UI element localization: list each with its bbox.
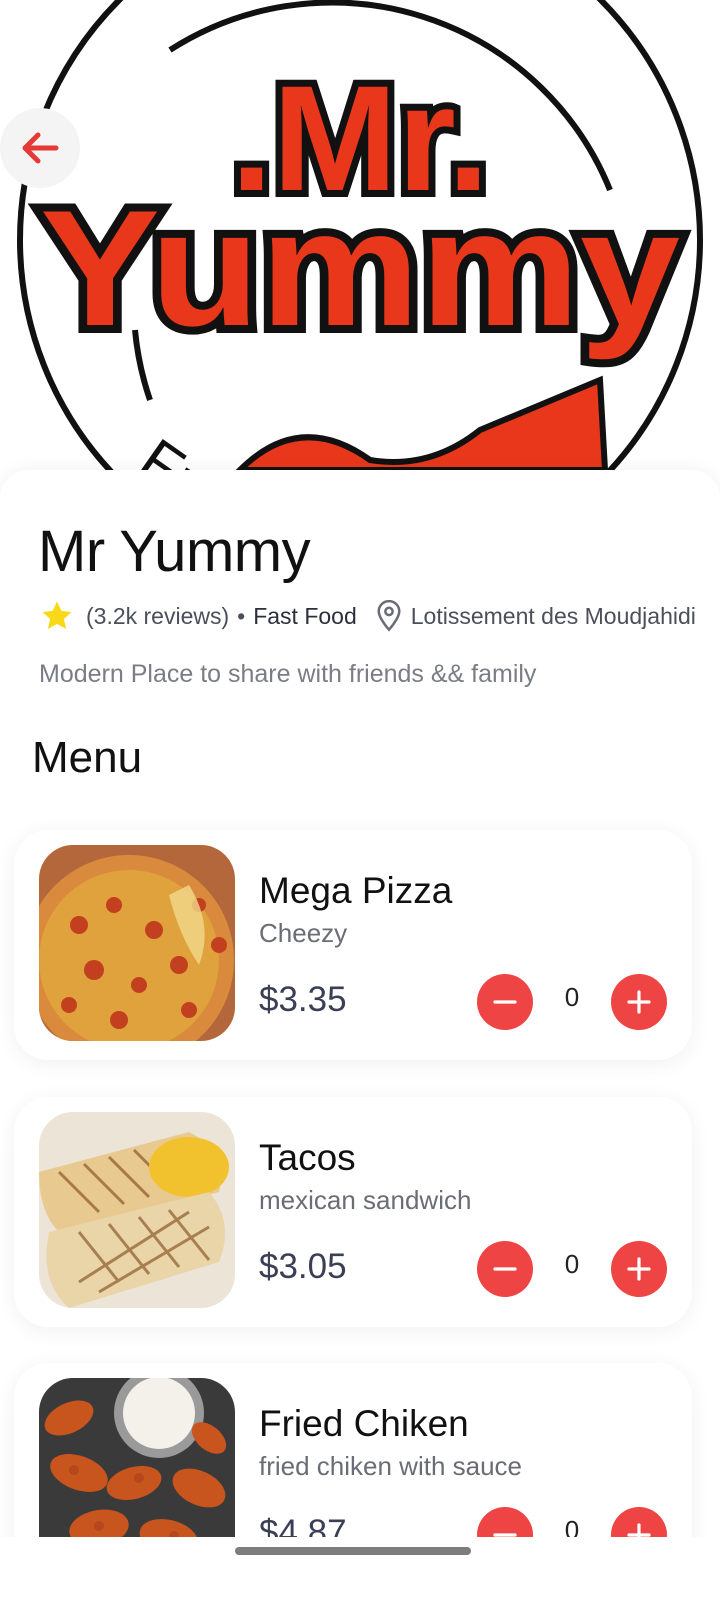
map-pin-icon xyxy=(377,600,401,632)
restaurant-category: Fast Food xyxy=(253,602,357,629)
status-bar xyxy=(0,0,720,48)
plus-icon xyxy=(627,990,651,1014)
menu-item-subtitle: fried chiken with sauce xyxy=(259,1451,523,1481)
back-button[interactable] xyxy=(0,108,80,188)
minus-icon xyxy=(493,1267,517,1271)
quantity-value: 0 xyxy=(564,982,580,1012)
menu-item-card[interactable]: Mega Pizza Cheezy $3.35 0 xyxy=(14,830,692,1060)
increase-quantity-button[interactable] xyxy=(611,974,667,1030)
quantity-value: 0 xyxy=(564,1249,580,1279)
menu-item-card[interactable]: Tacos mexican sandwich $3.05 0 xyxy=(14,1097,692,1327)
restaurant-location[interactable]: Lotissement des Moudjahidi xyxy=(411,603,696,630)
restaurant-hero-image: Fre .Mr. Yummy xyxy=(0,0,720,470)
svg-text:Yummy: Yummy xyxy=(40,176,680,360)
menu-item-price: $3.05 xyxy=(259,1247,347,1286)
restaurant-meta-row: (3.2k reviews) • Fast Food Lotissement d… xyxy=(40,595,696,637)
menu-item-price: $3.35 xyxy=(259,980,347,1019)
decrease-quantity-button[interactable] xyxy=(477,1241,533,1297)
tacos-image xyxy=(39,1112,235,1308)
meta-separator: • xyxy=(237,602,246,629)
menu-item-name: Fried Chiken xyxy=(259,1403,469,1444)
plus-icon xyxy=(627,1257,651,1281)
star-icon xyxy=(42,601,72,630)
pizza-image xyxy=(39,845,235,1041)
menu-heading: Menu xyxy=(32,733,143,782)
menu-item-subtitle: mexican sandwich xyxy=(259,1185,472,1215)
menu-item-subtitle: Cheezy xyxy=(259,918,348,948)
review-count: (3.2k reviews) xyxy=(86,602,230,629)
home-indicator[interactable] xyxy=(235,1547,471,1555)
mr-yummy-logo: Fre .Mr. Yummy xyxy=(17,0,703,470)
menu-item-name: Mega Pizza xyxy=(259,870,453,911)
arrow-left-icon xyxy=(22,132,59,164)
minus-icon xyxy=(493,1000,517,1004)
restaurant-name: Mr Yummy xyxy=(38,519,311,584)
restaurant-description: Modern Place to share with friends && fa… xyxy=(39,660,537,688)
increase-quantity-button[interactable] xyxy=(611,1241,667,1297)
decrease-quantity-button[interactable] xyxy=(477,974,533,1030)
menu-item-name: Tacos xyxy=(259,1137,356,1178)
